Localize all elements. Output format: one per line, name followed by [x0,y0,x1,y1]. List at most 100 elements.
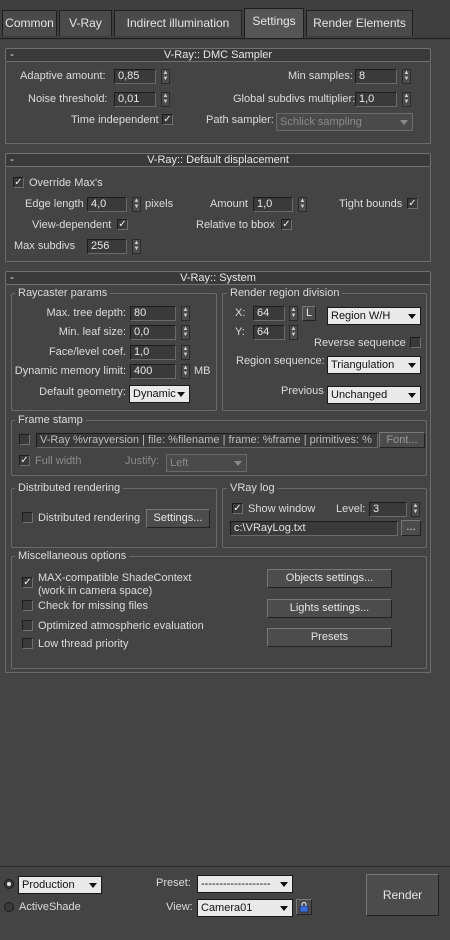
tab-common[interactable]: Common [2,10,57,36]
region-y-input[interactable]: 64 [253,325,285,340]
lock-icon [299,901,309,913]
log-file-path-input[interactable]: c:\VRayLog.txt [230,521,398,536]
displacement-rollout-header[interactable]: - V-Ray:: Default displacement [5,152,431,167]
system-rollout-header[interactable]: - V-Ray:: System [5,270,431,285]
spinner-arrows-icon[interactable]: ▲ ▼ [402,92,411,107]
activeshade-label: ActiveShade [19,901,81,913]
amount-spinner[interactable]: 1,0 ▲ ▼ [253,197,309,212]
vray-log-group [222,488,427,548]
presets-button[interactable]: Presets [267,628,392,647]
region-sequence-value: Triangulation [331,359,395,371]
edge-length-input[interactable]: 4,0 [87,197,127,212]
region-mode-dropdown[interactable]: Region W/H [327,307,421,325]
mb-label: MB [194,365,211,377]
tab-settings[interactable]: Settings [244,8,304,38]
frame-stamp-text-input[interactable]: V-Ray %vrayversion | file: %filename | f… [36,433,378,448]
default-geometry-dropdown[interactable]: Dynamic [129,385,190,403]
spinner-arrows-icon[interactable]: ▲ ▼ [181,345,190,360]
dynamic-memory-spinner[interactable]: 400 ▲ ▼ [130,364,192,379]
spinner-arrows-icon[interactable]: ▲ ▼ [132,239,141,254]
distributed-rendering-group-title: Distributed rendering [15,482,124,494]
region-y-spinner[interactable]: 64 ▲ ▼ [253,325,299,340]
time-independent-checkbox[interactable]: ✓ [162,114,173,125]
tight-bounds-checkbox[interactable]: ✓ [407,198,418,209]
spinner-arrows-icon[interactable]: ▲ ▼ [289,325,298,340]
log-level-spinner[interactable]: 3 ▲ ▼ [369,502,421,517]
region-sequence-dropdown[interactable]: Triangulation [327,356,421,374]
spinner-arrows-icon[interactable]: ▲ ▼ [289,306,298,321]
tab-vray[interactable]: V-Ray [59,10,112,36]
justify-dropdown[interactable]: Left [166,454,247,472]
spinner-arrows-icon[interactable]: ▲ ▼ [132,197,141,212]
face-level-coef-input[interactable]: 1,0 [130,345,176,360]
global-subdivs-spinner[interactable]: 1,0 ▲ ▼ [355,92,413,107]
max-subdivs-spinner[interactable]: 256 ▲ ▼ [87,239,143,254]
region-x-input[interactable]: 64 [253,306,285,321]
view-dropdown[interactable]: Camera01 [197,899,293,917]
region-sequence-label: Region sequence: [236,355,325,367]
view-dependent-checkbox[interactable]: ✓ [117,219,128,230]
adaptive-amount-input[interactable]: 0,85 [114,69,156,84]
edge-length-spinner[interactable]: 4,0 ▲ ▼ [87,197,143,212]
spinner-arrows-icon[interactable]: ▲ ▼ [161,69,170,84]
previous-dropdown[interactable]: Unchanged [327,386,421,404]
log-browse-button[interactable]: ... [401,520,421,536]
spinner-arrows-icon[interactable]: ▲ ▼ [298,197,307,212]
default-geometry-value: Dynamic [133,388,176,400]
max-subdivs-input[interactable]: 256 [87,239,127,254]
low-thread-priority-checkbox[interactable] [22,638,33,649]
max-tree-depth-spinner[interactable]: 80 ▲ ▼ [130,306,192,321]
lights-settings-button[interactable]: Lights settings... [267,599,392,618]
spinner-arrows-icon[interactable]: ▲ ▼ [402,69,411,84]
log-level-input[interactable]: 3 [369,502,407,517]
tab-indirect-illumination[interactable]: Indirect illumination [114,10,242,36]
noise-threshold-input[interactable]: 0,01 [114,92,156,107]
reverse-sequence-checkbox[interactable] [410,337,421,348]
face-level-coef-label: Face/level coef. [48,346,126,358]
global-subdivs-input[interactable]: 1,0 [355,92,397,107]
min-leaf-size-input[interactable]: 0,0 [130,325,176,340]
missing-files-checkbox[interactable] [22,600,33,611]
preset-dropdown[interactable]: ------------------- [197,875,293,893]
spinner-arrows-icon[interactable]: ▲ ▼ [181,364,190,379]
max-compatible-checkbox[interactable]: ✓ [22,577,33,588]
path-sampler-dropdown[interactable]: Schlick sampling [276,113,413,131]
objects-settings-button[interactable]: Objects settings... [267,569,392,588]
tab-render-elements[interactable]: Render Elements [306,10,413,36]
adaptive-amount-spinner[interactable]: 0,85 ▲ ▼ [114,69,172,84]
time-independent-label: Time independent [71,114,159,126]
face-level-coef-spinner[interactable]: 1,0 ▲ ▼ [130,345,192,360]
spinner-arrows-icon[interactable]: ▲ ▼ [181,306,190,321]
justify-value: Left [170,457,189,469]
dropdown-arrow-icon [280,882,288,887]
max-compatible-sublabel: (work in camera space) [38,585,153,597]
spinner-arrows-icon[interactable]: ▲ ▼ [411,502,420,517]
activeshade-radio[interactable] [4,902,14,912]
min-samples-input[interactable]: 8 [355,69,397,84]
production-radio[interactable] [4,879,14,889]
frame-stamp-checkbox[interactable] [19,434,30,445]
override-max-checkbox[interactable]: ✓ [13,177,24,188]
distributed-settings-button[interactable]: Settings... [146,509,210,528]
font-button[interactable]: Font... [379,432,425,448]
production-dropdown[interactable]: Production [18,876,102,894]
min-samples-spinner[interactable]: 8 ▲ ▼ [355,69,413,84]
dynamic-memory-input[interactable]: 400 [130,364,176,379]
noise-threshold-label: Noise threshold: [28,93,108,105]
relative-bbox-checkbox[interactable]: ✓ [281,219,292,230]
spinner-arrows-icon[interactable]: ▲ ▼ [161,92,170,107]
optimized-atmospheric-checkbox[interactable] [22,620,33,631]
lock-view-button[interactable] [296,899,312,915]
lock-xy-button[interactable]: L [302,306,316,321]
min-leaf-size-spinner[interactable]: 0,0 ▲ ▼ [130,325,192,340]
amount-input[interactable]: 1,0 [253,197,293,212]
render-button[interactable]: Render [366,874,439,916]
spinner-arrows-icon[interactable]: ▲ ▼ [181,325,190,340]
full-width-checkbox[interactable]: ✓ [19,455,30,466]
distributed-rendering-checkbox[interactable] [22,512,33,523]
dmc-rollout-header[interactable]: - V-Ray:: DMC Sampler [5,47,431,62]
noise-threshold-spinner[interactable]: 0,01 ▲ ▼ [114,92,172,107]
region-x-spinner[interactable]: 64 ▲ ▼ [253,306,299,321]
max-tree-depth-input[interactable]: 80 [130,306,176,321]
show-window-checkbox[interactable]: ✓ [232,503,243,514]
